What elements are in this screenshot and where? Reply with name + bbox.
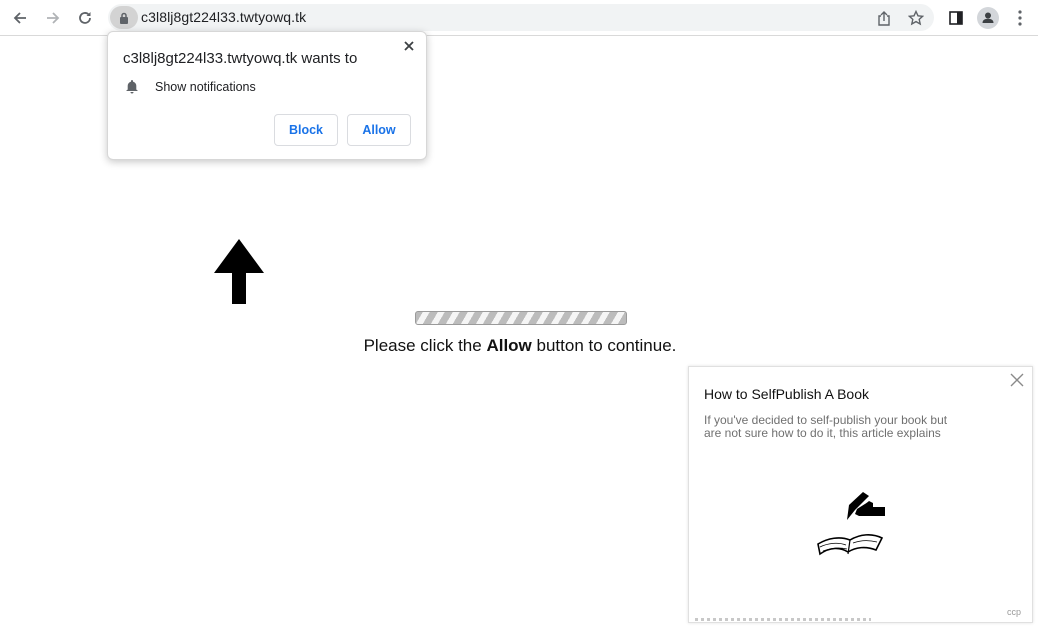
instruction-after: button to continue. — [531, 336, 677, 355]
book-and-pen-image[interactable] — [815, 491, 901, 567]
ad-pagination-dots — [695, 618, 871, 621]
permission-label: Show notifications — [155, 79, 256, 94]
lock-icon — [120, 12, 128, 24]
forward-button[interactable] — [41, 6, 65, 30]
bell-icon — [126, 80, 138, 94]
loading-progress-bar — [415, 311, 627, 325]
close-icon — [1010, 373, 1024, 387]
allow-button[interactable]: Allow — [347, 114, 411, 146]
address-bar[interactable]: c3l8lj8gt224l33.twtyowq.tk — [108, 4, 934, 31]
ad-description: If you've decided to self-publish your b… — [704, 413, 948, 440]
prompt-title: c3l8lj8gt224l33.twtyowq.tk wants to — [123, 50, 358, 67]
arrow-left-icon — [13, 12, 26, 24]
bookmark-button[interactable] — [905, 7, 927, 29]
star-icon — [908, 10, 924, 26]
reload-button[interactable] — [73, 6, 97, 30]
prompt-close-button[interactable] — [401, 38, 417, 54]
notification-permission-prompt: c3l8lj8gt224l33.twtyowq.tk wants to Show… — [107, 31, 427, 160]
permission-row: Show notifications — [125, 79, 256, 94]
share-icon — [878, 10, 890, 26]
side-panel-icon — [949, 11, 963, 25]
up-arrow-icon — [214, 239, 264, 304]
close-icon — [404, 41, 414, 51]
ad-close-button[interactable] — [1010, 373, 1026, 389]
instruction-bold: Allow — [486, 336, 532, 355]
site-info-button[interactable] — [110, 6, 138, 29]
instruction-text: Please click the Allow button to continu… — [0, 336, 1038, 356]
url-text[interactable]: c3l8lj8gt224l33.twtyowq.tk — [141, 9, 306, 25]
profile-button[interactable] — [976, 6, 1000, 30]
share-button[interactable] — [873, 7, 895, 29]
ad-card[interactable]: How to SelfPublish A Book If you've deci… — [688, 366, 1033, 623]
profile-avatar-icon — [977, 7, 999, 29]
arrow-right-icon — [47, 12, 60, 24]
block-button[interactable]: Block — [274, 114, 338, 146]
side-panel-button[interactable] — [944, 6, 968, 30]
ad-sponsor-label: ccp — [1006, 607, 1021, 617]
ad-title[interactable]: How to SelfPublish A Book — [704, 386, 869, 402]
reload-icon — [79, 12, 91, 24]
back-button[interactable] — [8, 6, 32, 30]
instruction-before: Please click the — [363, 336, 487, 355]
browser-menu-button[interactable] — [1008, 6, 1032, 30]
kebab-menu-icon — [1018, 10, 1022, 26]
